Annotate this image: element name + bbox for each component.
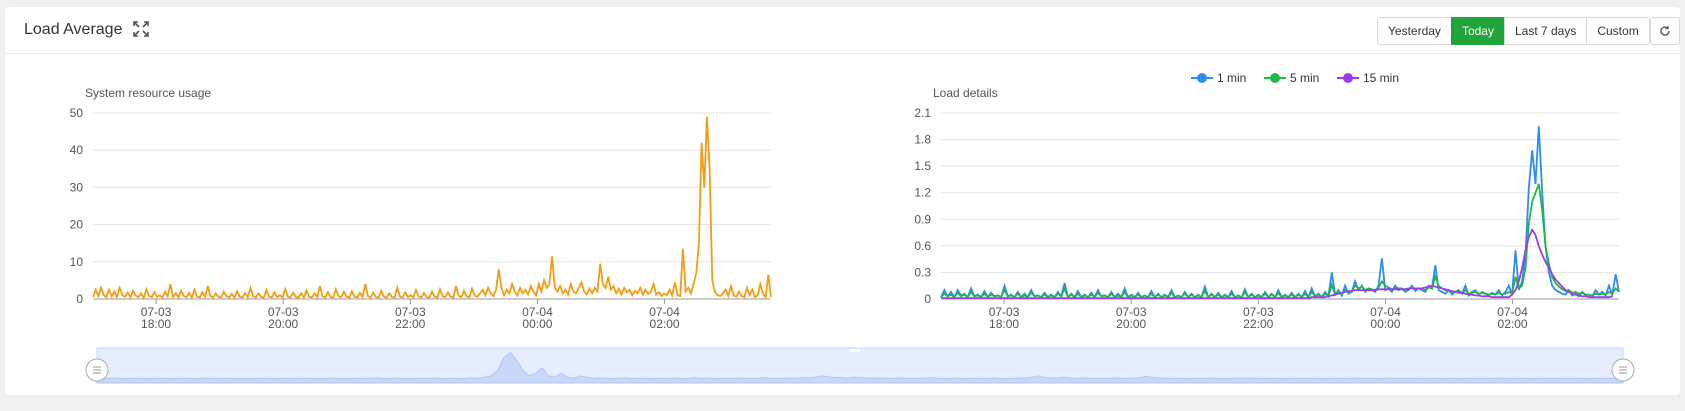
range-today-button[interactable]: Today bbox=[1450, 17, 1505, 45]
system-resource-chart: System resource usage0102030405007-0318:… bbox=[70, 86, 772, 331]
x-tick-label: 18:00 bbox=[989, 317, 1019, 331]
series-line-1-min bbox=[940, 126, 1620, 300]
y-tick-label: 50 bbox=[70, 106, 84, 120]
y-tick-label: 0.3 bbox=[914, 265, 931, 279]
legend-label: 15 min bbox=[1363, 71, 1399, 85]
y-tick-label: 30 bbox=[70, 180, 84, 194]
charts-area: System resource usage0102030405007-0318:… bbox=[70, 71, 1635, 384]
range-selector: Yesterday Today Last 7 days Custom bbox=[1377, 17, 1650, 45]
refresh-button[interactable] bbox=[1650, 17, 1680, 45]
load-details-chart: Load details00.30.60.91.21.51.82.107-031… bbox=[914, 71, 1620, 331]
x-tick-label: 20:00 bbox=[1116, 317, 1146, 331]
x-tick-label: 22:00 bbox=[1243, 317, 1273, 331]
y-tick-label: 0 bbox=[924, 292, 931, 306]
legend-item[interactable]: 15 min bbox=[1337, 71, 1399, 85]
y-tick-label: 2.1 bbox=[914, 106, 931, 120]
zoom-handle-right[interactable] bbox=[1611, 358, 1635, 382]
legend-marker bbox=[1343, 73, 1353, 83]
panel-header: Load Average Yesterday Today Last 7 days… bbox=[5, 7, 1680, 54]
panel-title: Load Average bbox=[24, 21, 123, 38]
y-tick-label: 0.6 bbox=[914, 239, 931, 253]
refresh-icon bbox=[1659, 25, 1671, 40]
series-line-5-min bbox=[940, 183, 1620, 299]
y-tick-label: 20 bbox=[70, 218, 84, 232]
expand-icon[interactable] bbox=[133, 21, 149, 37]
series-line-0 bbox=[92, 116, 772, 301]
series-line-15-min bbox=[941, 228, 1613, 299]
y-tick-label: 40 bbox=[70, 143, 84, 157]
chart-title: System resource usage bbox=[85, 86, 211, 100]
zoom-slider-drag-handle[interactable] bbox=[850, 349, 860, 352]
legend-label: 5 min bbox=[1290, 71, 1319, 85]
x-tick-label: 02:00 bbox=[1498, 317, 1528, 331]
range-yesterday-button[interactable]: Yesterday bbox=[1377, 17, 1452, 45]
x-tick-label: 00:00 bbox=[522, 317, 552, 331]
x-tick-label: 22:00 bbox=[395, 317, 425, 331]
load-average-panel: Load Average Yesterday Today Last 7 days… bbox=[5, 7, 1680, 395]
y-tick-label: 1.5 bbox=[914, 159, 931, 173]
range-last-7-days-button[interactable]: Last 7 days bbox=[1503, 17, 1588, 45]
legend-label: 1 min bbox=[1217, 71, 1246, 85]
range-custom-button[interactable]: Custom bbox=[1586, 17, 1650, 45]
x-tick-label: 02:00 bbox=[650, 317, 680, 331]
zoom-handle-left[interactable] bbox=[85, 358, 109, 382]
x-tick-label: 00:00 bbox=[1370, 317, 1400, 331]
chart-title: Load details bbox=[933, 86, 998, 100]
legend-item[interactable]: 5 min bbox=[1264, 71, 1319, 85]
y-tick-label: 1.2 bbox=[914, 186, 931, 200]
y-tick-label: 0 bbox=[76, 292, 83, 306]
y-tick-label: 10 bbox=[70, 255, 84, 269]
y-tick-label: 1.8 bbox=[914, 133, 931, 147]
legend-marker bbox=[1197, 73, 1207, 83]
x-tick-label: 20:00 bbox=[268, 317, 298, 331]
legend-marker bbox=[1270, 73, 1280, 83]
x-tick-label: 18:00 bbox=[141, 317, 171, 331]
zoom-slider[interactable] bbox=[85, 347, 1635, 384]
y-tick-label: 0.9 bbox=[914, 212, 931, 226]
legend-item[interactable]: 1 min bbox=[1191, 71, 1246, 85]
